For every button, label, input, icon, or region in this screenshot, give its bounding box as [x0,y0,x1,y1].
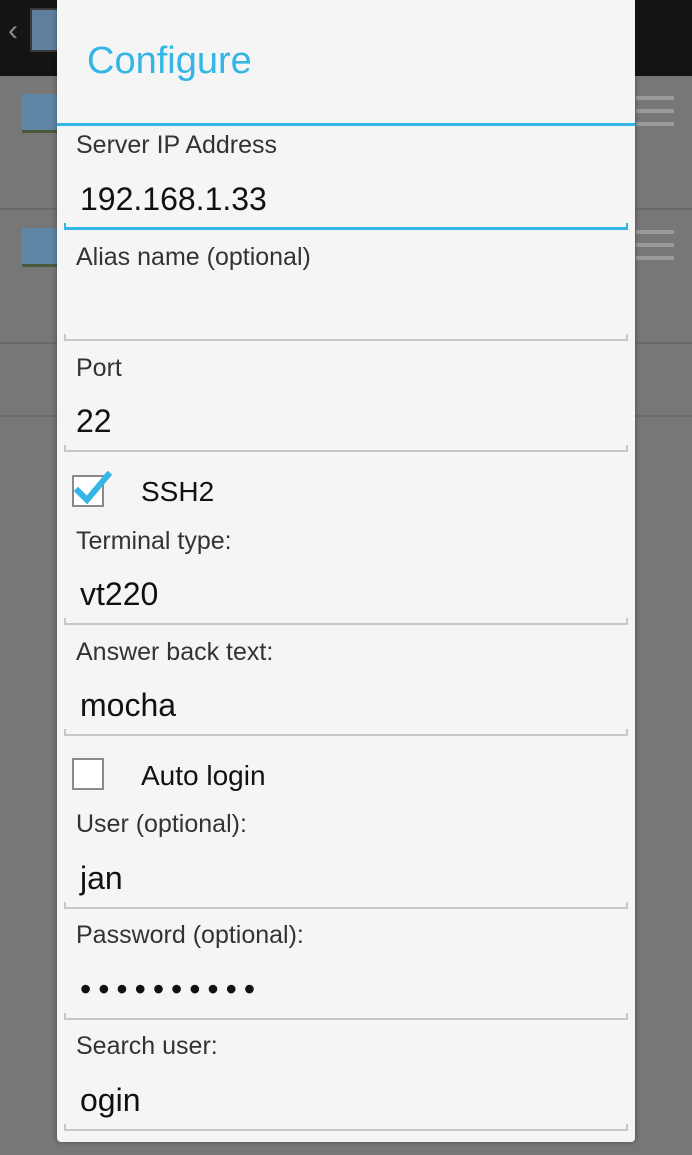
answer-back-label: Answer back text: [76,638,274,666]
password-value: •••••••••• [80,971,263,1007]
auto-login-checkbox[interactable] [72,758,104,790]
answer-back-value: mocha [80,687,177,723]
configure-dialog: Configure Server IP Address 192.168.1.33… [57,0,635,1142]
search-user-label: Search user: [76,1032,218,1060]
dialog-title: Configure [87,40,252,82]
user-value: jan [80,860,123,896]
computer-icon [22,94,60,133]
field-underline [64,1013,628,1020]
server-ip-value: 192.168.1.33 [80,181,267,217]
terminal-type-label: Terminal type: [76,527,232,555]
port-field[interactable]: 22 [64,402,628,452]
alias-label: Alias name (optional) [76,243,311,271]
port-value: 22 [76,403,112,439]
field-underline [64,334,628,341]
password-label: Password (optional): [76,921,304,949]
password-field[interactable]: •••••••••• [64,970,628,1020]
back-chevron-icon: ‹ [8,14,18,47]
app-icon [30,8,60,52]
menu-icon [636,230,674,269]
ssh2-checkbox[interactable] [72,470,112,507]
title-divider [57,123,635,126]
field-underline [64,729,628,736]
terminal-type-field[interactable]: vt220 [64,575,628,625]
alias-field[interactable] [64,291,628,341]
field-underline [64,445,628,452]
search-user-field[interactable]: ogin [64,1081,628,1131]
auto-login-label[interactable]: Auto login [141,760,266,792]
field-underline [64,1124,628,1131]
computer-icon [22,228,60,267]
server-ip-field[interactable]: 192.168.1.33 [64,180,628,230]
server-ip-label: Server IP Address [76,131,278,159]
terminal-type-value: vt220 [80,576,159,612]
search-user-value: ogin [80,1082,141,1118]
checkmark-icon [73,470,112,505]
ssh2-label[interactable]: SSH2 [141,476,214,508]
answer-back-field[interactable]: mocha [64,686,628,736]
user-field[interactable]: jan [64,859,628,909]
field-underline [64,902,628,909]
menu-icon [636,96,674,135]
user-label: User (optional): [76,810,247,838]
port-label: Port [76,354,122,382]
field-underline [64,223,628,230]
field-underline [64,618,628,625]
